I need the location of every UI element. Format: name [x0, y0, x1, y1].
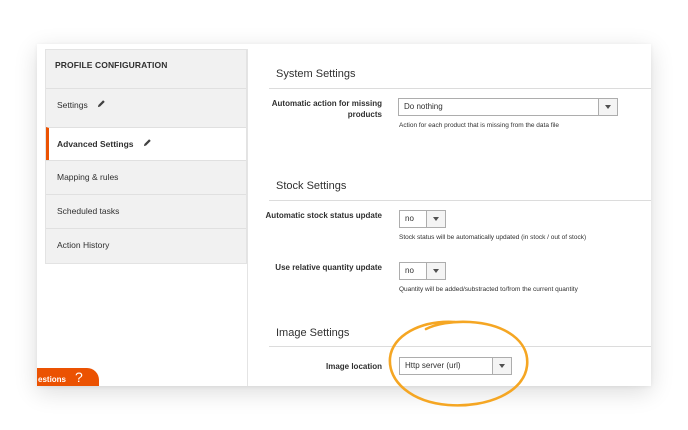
relative-qty-note: Quantity will be added/substracted to/fr…	[399, 286, 578, 293]
image-location-label: Image location	[325, 362, 382, 371]
sidebar-item-mapping-rules[interactable]: Mapping & rules	[46, 160, 246, 193]
chevron-down-icon[interactable]	[598, 99, 617, 115]
relative-qty-label: Use relative quantity update	[275, 263, 382, 272]
auto-stock-select[interactable]: no	[399, 210, 446, 228]
select-value: Http server (url)	[405, 361, 461, 370]
missing-products-select[interactable]: Do nothing	[398, 98, 618, 116]
divider	[269, 88, 651, 89]
page: PROFILE CONFIGURATION Settings Advanced …	[0, 0, 688, 430]
divider	[247, 49, 248, 386]
auto-stock-note: Stock status will be automatically updat…	[399, 234, 587, 241]
sidebar-item-action-history[interactable]: Action History	[46, 228, 246, 261]
select-value: no	[405, 214, 414, 223]
pencil-icon[interactable]	[143, 128, 152, 161]
sidebar: PROFILE CONFIGURATION Settings Advanced …	[45, 49, 247, 264]
configuration-panel: PROFILE CONFIGURATION Settings Advanced …	[37, 44, 651, 386]
help-tab-label: estions	[38, 375, 67, 384]
sidebar-item-label: Scheduled tasks	[57, 206, 120, 216]
chevron-down-icon[interactable]	[426, 263, 445, 279]
sidebar-title: PROFILE CONFIGURATION	[55, 60, 168, 70]
divider	[269, 200, 651, 201]
sidebar-item-advanced-settings[interactable]: Advanced Settings	[46, 127, 246, 160]
missing-products-label: Automatic action for missing products	[271, 99, 382, 119]
pencil-icon[interactable]	[97, 89, 106, 122]
image-location-select[interactable]: Http server (url)	[399, 357, 512, 375]
sidebar-item-scheduled-tasks[interactable]: Scheduled tasks	[46, 194, 246, 227]
select-value: Do nothing	[404, 102, 443, 111]
chevron-down-icon[interactable]	[492, 358, 511, 374]
select-value: no	[405, 266, 414, 275]
relative-qty-select[interactable]: no	[399, 262, 446, 280]
chevron-down-icon[interactable]	[426, 211, 445, 227]
sidebar-item-settings[interactable]: Settings	[46, 88, 246, 121]
help-tab[interactable]: estions ?	[37, 368, 99, 386]
sidebar-item-label: Action History	[57, 240, 110, 250]
section-title-system-settings: System Settings	[276, 68, 356, 80]
sidebar-item-label: Mapping & rules	[57, 172, 119, 182]
sidebar-item-label: Advanced Settings	[57, 139, 134, 149]
section-title-stock-settings: Stock Settings	[276, 180, 347, 192]
auto-stock-label: Automatic stock status update	[265, 211, 382, 220]
missing-products-note: Action for each product that is missing …	[399, 122, 560, 129]
section-title-image-settings: Image Settings	[276, 327, 350, 339]
divider	[269, 346, 651, 347]
sidebar-item-label: Settings	[57, 100, 88, 110]
question-icon[interactable]: ?	[75, 369, 83, 385]
